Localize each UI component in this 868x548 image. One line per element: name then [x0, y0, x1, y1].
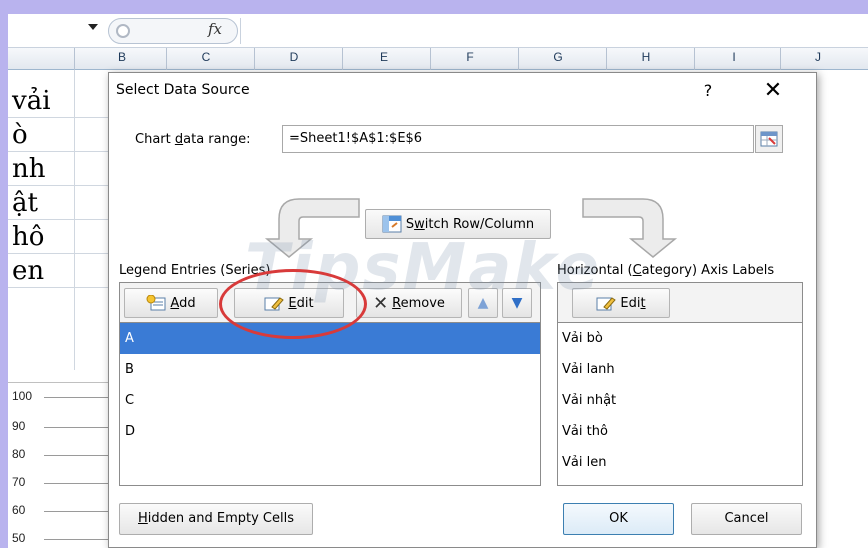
arrow-down-icon: ▼: [511, 295, 523, 311]
accelerator-key: R: [392, 295, 401, 311]
column-header-e[interactable]: E: [354, 50, 414, 64]
column-header-bar: B C D E F G H I J: [8, 48, 868, 70]
dialog-title: Select Data Source: [116, 82, 250, 98]
list-item[interactable]: Vải bò: [558, 323, 802, 354]
y-axis-tick: 100: [12, 389, 33, 403]
remove-series-button[interactable]: ✕ Remove: [356, 288, 462, 318]
label-text: Chart: [135, 132, 175, 147]
list-item[interactable]: D: [120, 416, 540, 447]
accelerator-key: w: [414, 216, 425, 232]
help-button[interactable]: ?: [697, 79, 719, 103]
formula-bar: fx: [8, 14, 868, 48]
gridline: [44, 455, 114, 456]
axis-labels-list[interactable]: Vải bò Vải lanh Vải nhật Vải thô Vải len: [557, 322, 803, 486]
label-text: S: [405, 216, 415, 232]
accelerator-key: H: [138, 511, 148, 526]
remove-icon: ✕: [373, 292, 389, 314]
y-axis-tick: 50: [12, 531, 26, 545]
legend-toolbar: Add Edit ✕ Remove ▲ ▼: [119, 282, 541, 322]
remove-label: Remove: [392, 296, 445, 311]
edit-axis-icon: [596, 297, 617, 311]
column-header-j[interactable]: J: [788, 50, 848, 64]
right-curved-arrow-icon: [582, 198, 678, 258]
label-text: Edi: [620, 295, 641, 311]
accelerator-key: E: [288, 295, 297, 311]
gridline: [44, 427, 114, 428]
list-item[interactable]: Vải nhật: [558, 385, 802, 416]
gridline: [44, 539, 114, 540]
accelerator-key: t: [640, 295, 646, 311]
accelerator-key: d: [174, 132, 184, 147]
edit-series-button[interactable]: Edit: [234, 288, 344, 318]
column-header-b[interactable]: B: [92, 50, 152, 64]
accelerator-key: C: [632, 263, 642, 278]
column-header-d[interactable]: D: [264, 50, 324, 64]
edit-axis-labels-button[interactable]: Edit: [572, 288, 670, 318]
close-button[interactable]: ✕: [759, 77, 787, 105]
list-item[interactable]: B: [120, 354, 540, 385]
edit-label: Edit: [620, 296, 645, 311]
arrow-up-icon: ▲: [477, 295, 489, 311]
label-text: emove: [400, 295, 445, 311]
hidden-empty-cells-button[interactable]: Hidden and Empty Cells: [119, 503, 313, 535]
label-text: ategory) Axis Labels: [641, 263, 775, 278]
gridline: [44, 511, 114, 512]
label-text: dit: [296, 295, 314, 311]
formula-input[interactable]: [240, 18, 868, 44]
axis-labels-toolbar: Edit: [557, 282, 803, 322]
add-series-icon: [146, 295, 166, 311]
column-header-c[interactable]: C: [176, 50, 236, 64]
label-text: dd: [179, 295, 196, 311]
accelerator-key: A: [170, 295, 180, 311]
move-down-button[interactable]: ▼: [502, 288, 532, 318]
label-text: Horizontal (: [557, 263, 633, 278]
switch-row-column-button[interactable]: Switch Row/Column: [365, 209, 551, 239]
insert-function-icon[interactable]: fx: [208, 20, 222, 38]
move-up-button[interactable]: ▲: [468, 288, 498, 318]
legend-entries-list[interactable]: A B C D: [119, 322, 541, 486]
edit-series-icon: [264, 297, 285, 311]
cancel-button[interactable]: Cancel: [691, 503, 802, 535]
y-axis-tick: 60: [12, 503, 26, 517]
switch-row-column-icon: [382, 215, 402, 233]
y-axis-tick: 70: [12, 475, 26, 489]
ok-button[interactable]: OK: [563, 503, 674, 535]
label-text: ata range:: [183, 132, 251, 147]
select-data-source-dialog: Select Data Source ? ✕ Chart data range:…: [108, 72, 817, 548]
column-header-i[interactable]: I: [704, 50, 764, 64]
gridline: [44, 483, 114, 484]
y-axis-tick: 90: [12, 419, 26, 433]
gridline: [44, 397, 114, 398]
legend-entries-title: Legend Entries (Series): [119, 263, 271, 278]
add-series-button[interactable]: Add: [124, 288, 218, 318]
list-item[interactable]: Vải thô: [558, 416, 802, 447]
list-item[interactable]: C: [120, 385, 540, 416]
column-header-f[interactable]: F: [440, 50, 500, 64]
y-axis-tick: 80: [12, 447, 26, 461]
add-label: Add: [170, 296, 195, 311]
name-box-dropdown-icon[interactable]: [88, 24, 98, 30]
column-header-g[interactable]: G: [528, 50, 588, 64]
switch-label: Switch Row/Column: [406, 217, 534, 232]
list-item[interactable]: Vải len: [558, 447, 802, 478]
list-item[interactable]: A: [120, 323, 540, 354]
cancel-entry-icon[interactable]: [116, 24, 130, 38]
chart-data-range-label: Chart data range:: [135, 132, 250, 147]
chart-data-range-input[interactable]: =Sheet1!$A$1:$E$6: [282, 125, 754, 153]
left-curved-arrow-icon: [264, 198, 360, 258]
axis-labels-title: Horizontal (Category) Axis Labels: [557, 263, 774, 278]
label-text: itch Row/Column: [424, 216, 535, 232]
list-item[interactable]: Vải lanh: [558, 354, 802, 385]
edit-label: Edit: [288, 296, 313, 311]
column-header-h[interactable]: H: [616, 50, 676, 64]
label-text: idden and Empty Cells: [147, 511, 294, 526]
collapse-dialog-button[interactable]: [755, 125, 783, 153]
range-select-icon: [760, 131, 778, 147]
